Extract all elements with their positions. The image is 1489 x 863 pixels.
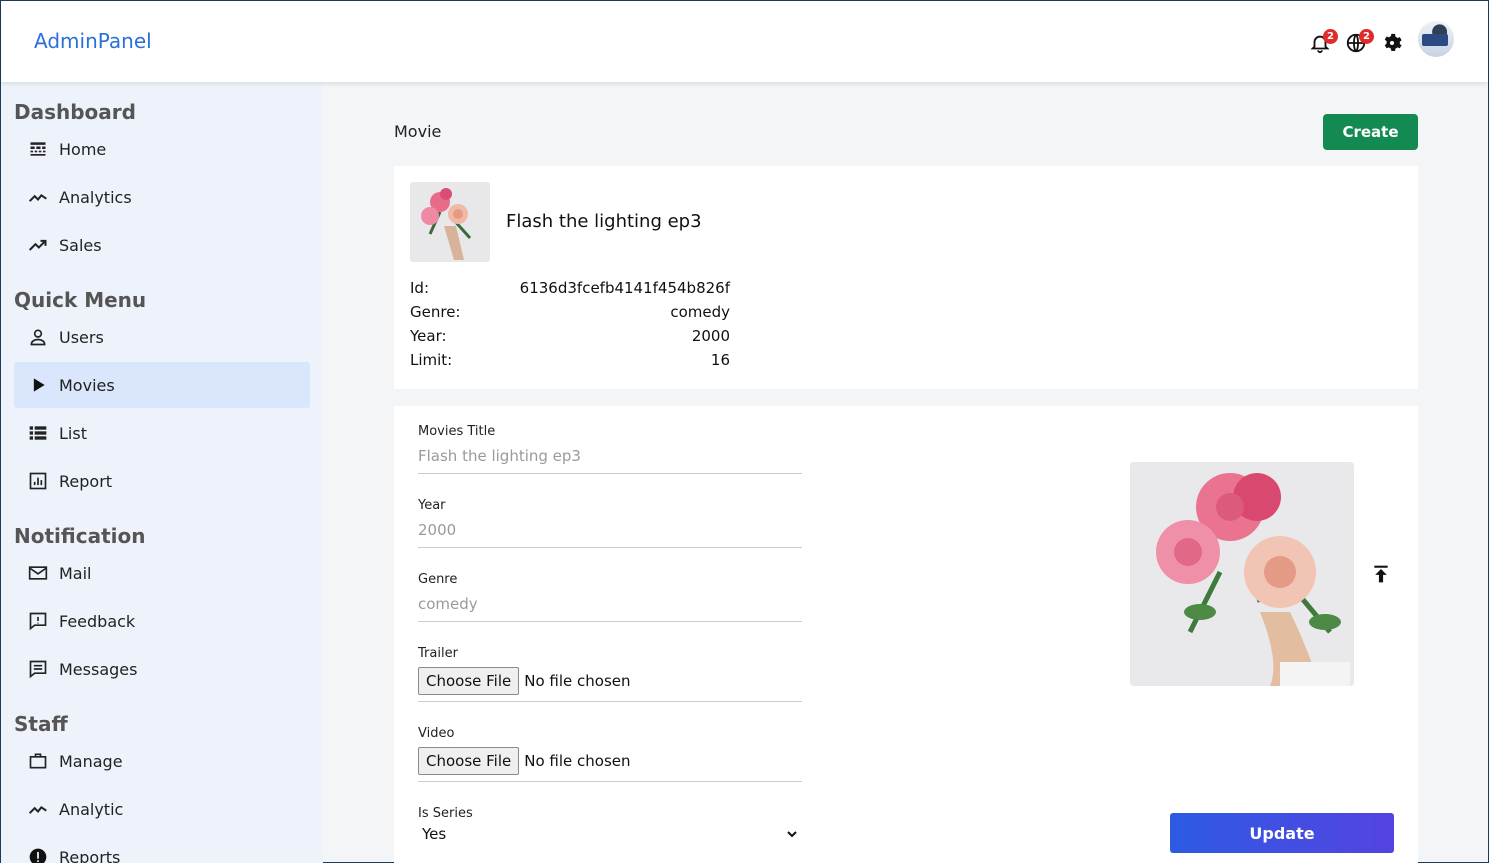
sidebar-item-label: Manage [59, 751, 123, 771]
info-value: 2000 [691, 327, 730, 345]
movie-edit-form: Movies Title Year Genre Trailer Choose F… [394, 406, 1418, 863]
feedback-icon [27, 610, 49, 632]
sidebar-item-movies[interactable]: Movies [14, 362, 310, 408]
page-title: Movie [394, 122, 442, 141]
sidebar-item-label: List [59, 423, 87, 443]
year-input[interactable] [418, 519, 802, 548]
sidebar-item-label: Reports [59, 847, 121, 863]
sidebar-item-label: Analytic [59, 799, 124, 819]
messages-icon [27, 658, 49, 680]
line-chart-icon [27, 798, 49, 820]
info-row-year: Year: 2000 [410, 327, 730, 349]
bar-chart-icon [27, 470, 49, 492]
sidebar-section-notification: Notification [14, 524, 146, 548]
sidebar-section-quick-menu: Quick Menu [14, 288, 147, 312]
video-label: Video [418, 726, 455, 741]
info-key: Limit: [410, 351, 453, 369]
sidebar-item-reports[interactable]: Reports [14, 834, 310, 863]
title-field: Movies Title [418, 424, 802, 474]
info-value: 16 [710, 351, 730, 369]
sidebar-section-dashboard: Dashboard [14, 100, 136, 124]
info-key: Genre: [410, 303, 461, 321]
user-icon [27, 326, 49, 348]
gear-icon [1384, 33, 1402, 51]
sidebar-item-home[interactable]: Home [14, 126, 310, 172]
sidebar-item-messages[interactable]: Messages [14, 646, 310, 692]
chevron-down-icon [787, 831, 797, 838]
notifications-badge: 2 [1323, 29, 1338, 44]
sidebar-item-users[interactable]: Users [14, 314, 310, 360]
info-row-id: Id: 6136d3fcefb4141f454b826f [410, 279, 730, 301]
info-value: comedy [670, 303, 730, 321]
trending-up-icon [27, 234, 49, 256]
sidebar-item-label: Mail [59, 563, 92, 583]
movie-name: Flash the lighting ep3 [506, 211, 702, 232]
upload-icon[interactable] [1371, 564, 1391, 584]
year-label: Year [418, 498, 446, 513]
update-button[interactable]: Update [1170, 813, 1394, 853]
movie-image-preview [1130, 462, 1354, 686]
topbar: AdminPanel 2 2 [1, 1, 1488, 82]
info-key: Id: [410, 279, 429, 297]
sidebar-item-list[interactable]: List [14, 410, 310, 456]
app-logo[interactable]: AdminPanel [34, 29, 152, 53]
sidebar-item-report[interactable]: Report [14, 458, 310, 504]
trailer-label: Trailer [418, 646, 458, 661]
mail-icon [27, 562, 49, 584]
sidebar-item-mail[interactable]: Mail [14, 550, 310, 596]
language-badge: 2 [1359, 29, 1374, 44]
sidebar-item-label: Feedback [59, 611, 136, 631]
series-select[interactable]: Yes [418, 825, 802, 843]
video-file-status: No file chosen [524, 752, 631, 770]
sidebar-item-feedback[interactable]: Feedback [14, 598, 310, 644]
series-label: Is Series [418, 806, 473, 821]
trailer-file-status: No file chosen [524, 672, 631, 690]
series-field: Is Series Yes [418, 806, 802, 843]
settings-button[interactable] [1380, 27, 1404, 51]
list-icon [27, 422, 49, 444]
sidebar-item-manage[interactable]: Manage [14, 738, 310, 784]
line-chart-icon [27, 186, 49, 208]
info-value: 6136d3fcefb4141f454b826f [519, 279, 730, 297]
sidebar-section-staff: Staff [14, 712, 68, 736]
briefcase-icon [27, 750, 49, 772]
video-file-input: Choose File No file chosen [418, 747, 802, 782]
trailer-file-input: Choose File No file chosen [418, 667, 802, 702]
info-row-genre: Genre: comedy [410, 303, 730, 325]
movie-thumbnail [410, 182, 490, 262]
notifications-button[interactable]: 2 [1308, 27, 1338, 54]
sidebar-item-label: Home [59, 139, 107, 159]
sidebar-item-label: Users [59, 327, 104, 347]
info-key: Year: [410, 327, 447, 345]
year-field: Year [418, 498, 802, 548]
genre-label: Genre [418, 572, 458, 587]
sidebar-item-analytics[interactable]: Analytics [14, 174, 310, 220]
sidebar-item-label: Movies [59, 375, 115, 395]
title-label: Movies Title [418, 424, 496, 439]
title-input[interactable] [418, 445, 802, 474]
sidebar-item-label: Messages [59, 659, 138, 679]
play-icon [27, 374, 49, 396]
trailer-field: Trailer Choose File No file chosen [418, 646, 802, 702]
sidebar-item-sales[interactable]: Sales [14, 222, 310, 268]
topbar-icons: 2 2 [1296, 21, 1454, 57]
sidebar-item-analytic[interactable]: Analytic [14, 786, 310, 832]
genre-input[interactable] [418, 593, 802, 622]
trailer-choose-file-button[interactable]: Choose File [418, 667, 520, 695]
sidebar-item-label: Analytics [59, 187, 132, 207]
movie-info-card: Flash the lighting ep3 Id: 6136d3fcefb41… [394, 166, 1418, 389]
genre-field: Genre [418, 572, 802, 622]
video-choose-file-button[interactable]: Choose File [418, 747, 520, 775]
sidebar: Dashboard Home Analytics Sales Quick Men… [1, 82, 323, 863]
sidebar-item-label: Sales [59, 235, 102, 255]
home-icon [27, 138, 49, 160]
language-button[interactable]: 2 [1344, 27, 1374, 53]
alert-icon [27, 846, 49, 863]
info-row-limit: Limit: 16 [410, 351, 730, 373]
create-button[interactable]: Create [1323, 114, 1418, 150]
video-field: Video Choose File No file chosen [418, 726, 802, 782]
sidebar-item-label: Report [59, 471, 113, 491]
series-selected-value: Yes [422, 825, 447, 843]
avatar[interactable] [1418, 21, 1454, 57]
